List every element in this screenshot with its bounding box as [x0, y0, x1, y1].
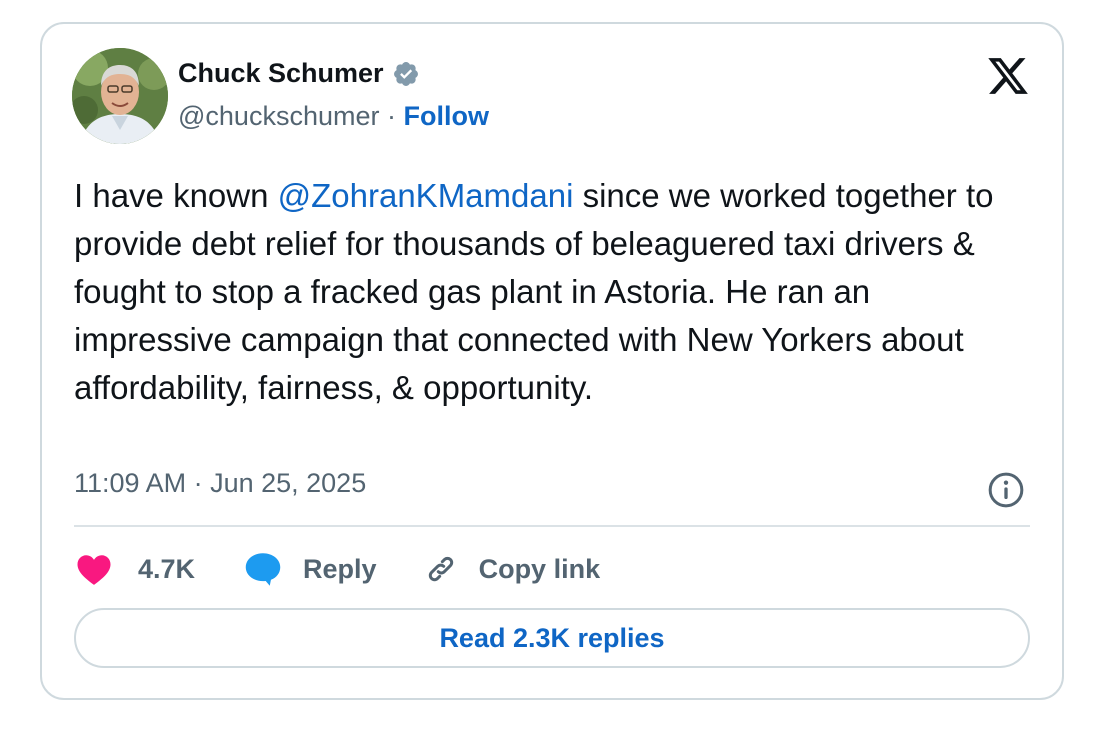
author-name[interactable]: Chuck Schumer	[178, 58, 384, 89]
heart-icon	[77, 555, 111, 585]
handle-row: @chuckschumer · Follow	[178, 101, 489, 132]
tweet-date[interactable]: Jun 25, 2025	[210, 468, 366, 498]
verified-badge-icon	[393, 61, 418, 86]
tweet-text-before: I have known	[74, 177, 278, 214]
reply-label: Reply	[303, 553, 377, 584]
author-name-row[interactable]: Chuck Schumer	[178, 58, 420, 89]
read-replies-label: Read 2.3K replies	[439, 622, 665, 653]
x-logo-icon[interactable]	[986, 54, 1030, 98]
avatar-photo	[72, 48, 168, 144]
like-count: 4.7K	[138, 553, 196, 584]
divider	[74, 525, 1030, 527]
tweet-text: I have known @ZohranKMamdani since we wo…	[74, 172, 1034, 412]
link-icon	[428, 556, 453, 582]
handle-separator: ·	[379, 101, 404, 131]
tweet-embed-card: Chuck Schumer @chuckschumer · Follow I h…	[40, 22, 1064, 700]
speech-bubble-icon	[245, 553, 281, 586]
avatar[interactable]	[72, 48, 168, 144]
like-button[interactable]: 4.7K	[76, 552, 195, 586]
action-bar: 4.7K Reply Copy link	[76, 548, 600, 590]
reply-button[interactable]: Reply	[243, 551, 377, 587]
copy-link-button[interactable]: Copy link	[423, 551, 601, 587]
copy-link-label: Copy link	[478, 553, 601, 584]
mention-link[interactable]: @ZohranKMamdani	[278, 177, 574, 214]
tweet-time[interactable]: 11:09 AM	[74, 468, 186, 498]
author-handle[interactable]: @chuckschumer	[178, 101, 379, 131]
info-icon[interactable]	[986, 470, 1026, 510]
follow-button[interactable]: Follow	[403, 101, 488, 131]
timestamp-separator: ·	[186, 468, 211, 498]
tweet-timestamp[interactable]: 11:09 AM · Jun 25, 2025	[74, 468, 366, 499]
read-replies-button[interactable]: Read 2.3K replies	[74, 608, 1030, 668]
